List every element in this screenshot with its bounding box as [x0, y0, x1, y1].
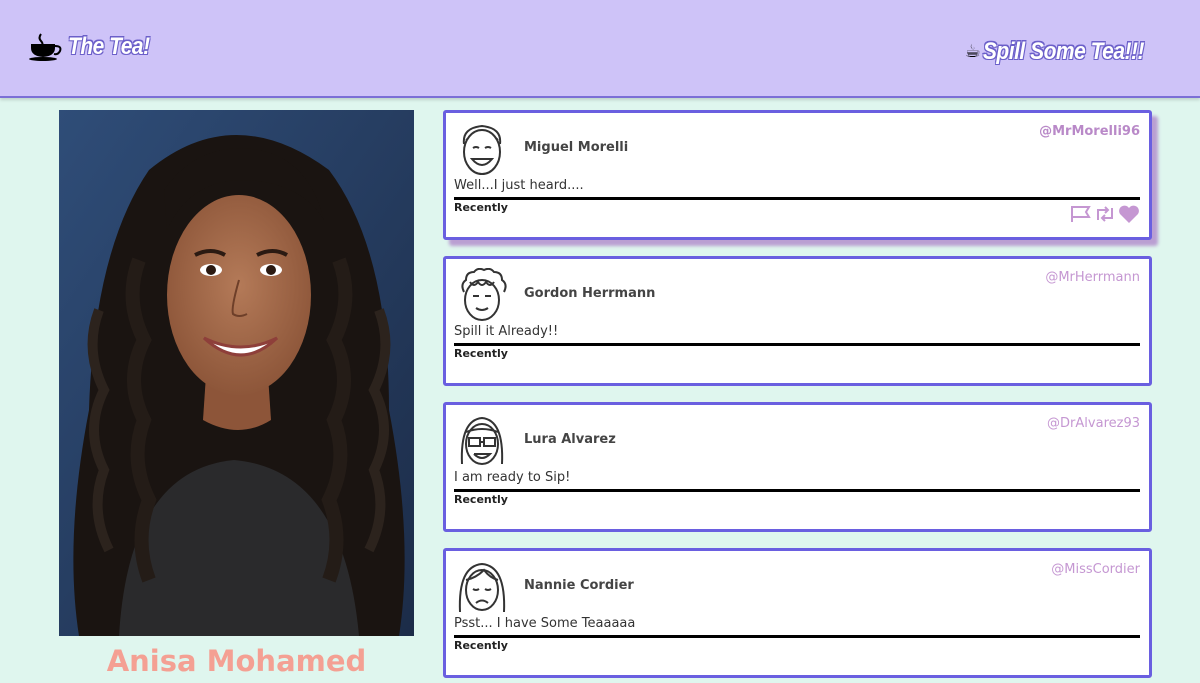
post-divider — [454, 197, 1140, 200]
post-divider — [454, 635, 1140, 638]
post-author: Miguel Morelli — [524, 140, 629, 155]
post-author: Nannie Cordier — [524, 578, 634, 593]
post-card[interactable]: Nannie Cordier @MissCordier Psst... I ha… — [443, 548, 1152, 678]
brand-link[interactable]: The Tea! — [28, 32, 150, 62]
post-message: I am ready to Sip! — [454, 470, 571, 485]
spill-tea-button[interactable]: ☕ Spill Some Tea!!! — [964, 38, 1145, 65]
portrait-image — [59, 110, 414, 636]
post-card[interactable]: Gordon Herrmann @MrHerrmann Spill it Alr… — [443, 256, 1152, 386]
teacup-icon — [29, 33, 62, 61]
profile-name: Anisa Mohamed — [106, 644, 367, 678]
brand-title: The Tea! — [68, 33, 150, 60]
smiling-man-avatar-icon — [462, 124, 502, 175]
top-navbar: The Tea! ☕ Spill Some Tea!!! — [0, 0, 1200, 98]
post-divider — [454, 489, 1140, 492]
post-author: Gordon Herrmann — [524, 286, 656, 301]
post-message: Well...I just heard.... — [454, 178, 584, 193]
curly-hair-man-avatar-icon — [461, 268, 507, 321]
profile-photo — [59, 110, 414, 636]
post-actions — [1070, 204, 1140, 228]
post-handle[interactable]: @MrHerrmann — [1045, 270, 1140, 285]
post-message: Spill it Already!! — [454, 324, 559, 339]
post-divider — [454, 343, 1140, 346]
woman-glasses-avatar-icon — [460, 416, 504, 465]
sad-woman-avatar-icon — [458, 562, 506, 613]
post-card[interactable]: Miguel Morelli @MrMorelli96 Well...I jus… — [443, 110, 1152, 240]
post-handle[interactable]: @MissCordier — [1051, 562, 1140, 577]
post-handle[interactable]: @MrMorelli96 — [1039, 124, 1140, 139]
heart-icon[interactable] — [1118, 204, 1140, 228]
post-timestamp: Recently — [454, 347, 508, 360]
retweet-icon[interactable] — [1094, 205, 1116, 227]
post-feed: Miguel Morelli @MrMorelli96 Well...I jus… — [443, 110, 1152, 683]
post-timestamp: Recently — [454, 493, 508, 506]
post-message: Psst... I have Some Teaaaaa — [454, 616, 636, 631]
post-timestamp: Recently — [454, 639, 508, 652]
coffee-cup-icon: ☕ — [964, 41, 981, 62]
post-card[interactable]: Lura Alvarez @DrAlvarez93 I am ready to … — [443, 402, 1152, 532]
flag-icon[interactable] — [1070, 205, 1092, 227]
post-author: Lura Alvarez — [524, 432, 616, 447]
post-timestamp: Recently — [454, 201, 508, 214]
spill-tea-label: Spill Some Tea!!! — [982, 38, 1145, 65]
post-handle[interactable]: @DrAlvarez93 — [1047, 416, 1140, 431]
